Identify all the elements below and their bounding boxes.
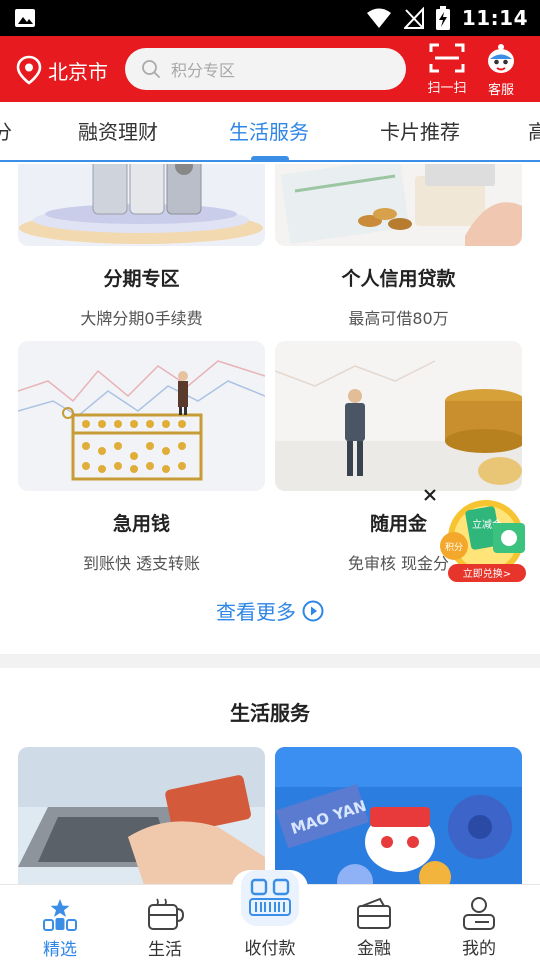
life-cup-icon (148, 898, 185, 930)
view-more-link[interactable]: 查看更多 (0, 596, 540, 625)
wallet-icon (357, 897, 391, 929)
card-urgent-cash[interactable]: 急用钱 到账快 透支转账 (18, 341, 265, 574)
qr-barcode-icon (241, 870, 299, 926)
scan-button[interactable]: 扫一扫 (423, 42, 471, 98)
points-redeem-promo[interactable]: 立减金 积分 立即兑换> (438, 498, 532, 586)
nav-label: 金融 (357, 939, 391, 959)
tab-partial-left[interactable]: 分 (0, 116, 12, 145)
nav-featured[interactable]: 精选 (20, 897, 100, 960)
nav-label: 精选 (43, 940, 77, 960)
card-title: 急用钱 (112, 513, 170, 535)
close-icon[interactable] (421, 486, 439, 504)
service-label: 客服 (487, 83, 514, 98)
status-bar: 11:14 (0, 0, 540, 36)
section-title: 生活服务 (230, 701, 310, 725)
nav-finance[interactable]: 金融 (334, 896, 414, 959)
battery-charging-icon (435, 6, 450, 30)
card-subtitle: 最高可借80万 (348, 309, 449, 328)
tab-life-service[interactable]: 生活服务 (229, 116, 309, 145)
wifi-icon (366, 8, 391, 28)
card-subtitle: 到账快 透支转账 (82, 554, 201, 573)
tab-partial-right[interactable]: 高 (528, 116, 540, 145)
play-circle-icon (302, 600, 324, 621)
section-divider (0, 654, 540, 668)
tab-wealth[interactable]: 融资理财 (78, 116, 158, 145)
nav-label: 收付款 (244, 939, 296, 959)
app-header: 北京市 积分专区 扫一扫 客服 (0, 36, 540, 102)
image-icon (15, 9, 35, 27)
nav-pay-collect[interactable]: 收付款 (230, 870, 310, 959)
promo-coin-text: 积分 (445, 541, 463, 553)
featured-icon (43, 899, 77, 931)
scan-label: 扫一扫 (427, 81, 467, 96)
installment-image (18, 164, 265, 246)
nav-label: 我的 (462, 939, 496, 959)
card-subtitle: 大牌分期0手续费 (80, 309, 203, 328)
search-placeholder: 积分专区 (171, 61, 236, 80)
businessman-coins-image (275, 341, 522, 491)
view-more-label: 查看更多 (216, 600, 296, 624)
promo-redeem-button: 立即兑换> (463, 567, 511, 580)
robot-mascot-icon (488, 44, 514, 73)
maoyan-movie-image: MAO YAN (275, 747, 522, 884)
search-bar[interactable]: 积分专区 (125, 48, 406, 90)
nav-label: 生活 (148, 940, 182, 960)
tab-card-recommend[interactable]: 卡片推荐 (380, 116, 460, 145)
card-personal-loan[interactable]: 个人信用贷款 最高可借80万 (275, 164, 522, 329)
location-selector[interactable]: 北京市 (16, 54, 108, 86)
laptop-card-image (18, 747, 265, 884)
user-icon (463, 897, 495, 930)
card-online-payment[interactable] (18, 747, 265, 884)
category-tabs: 分 融资理财 生活服务 卡片推荐 高 (0, 102, 540, 162)
status-time: 11:14 (461, 6, 528, 30)
nav-profile[interactable]: 我的 (439, 896, 519, 959)
customer-service-button[interactable]: 客服 (477, 42, 525, 98)
card-title: 个人信用贷款 (341, 268, 456, 290)
card-movie-tickets[interactable]: MAO YAN (275, 747, 522, 884)
card-title: 分期专区 (103, 268, 180, 290)
tab-active-indicator (251, 156, 289, 162)
location-pin-icon (16, 55, 42, 85)
loan-image (275, 164, 522, 246)
scan-icon (429, 43, 465, 73)
city-label: 北京市 (48, 59, 108, 84)
search-icon (142, 60, 160, 78)
nav-life[interactable]: 生活 (125, 897, 205, 960)
no-signal-icon (403, 7, 424, 29)
abacus-image (18, 341, 265, 491)
card-installment[interactable]: 分期专区 大牌分期0手续费 (18, 164, 265, 329)
